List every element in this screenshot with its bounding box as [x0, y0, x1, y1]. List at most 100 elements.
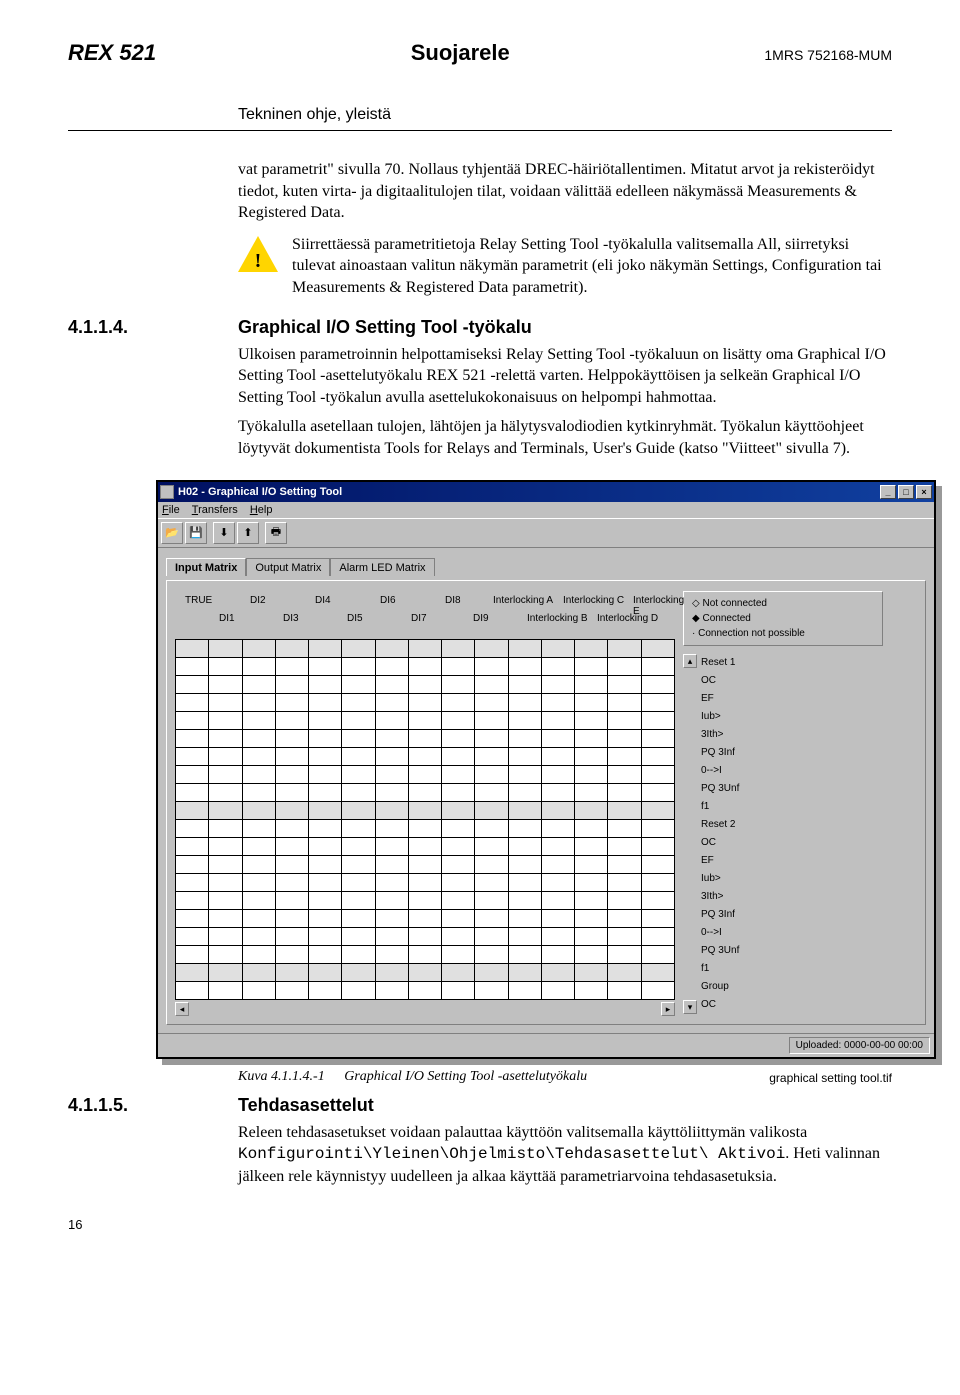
matrix-cell[interactable]: [342, 910, 375, 928]
matrix-cell[interactable]: [575, 748, 608, 766]
matrix-cell[interactable]: [542, 748, 575, 766]
matrix-cell[interactable]: [608, 820, 641, 838]
matrix-cell[interactable]: [209, 640, 242, 658]
matrix-cell[interactable]: [475, 784, 508, 802]
matrix-cell[interactable]: [309, 802, 342, 820]
matrix-cell[interactable]: [376, 820, 409, 838]
toolbar-open-icon[interactable]: 📂: [161, 522, 183, 544]
matrix-cell[interactable]: [409, 748, 442, 766]
matrix-cell[interactable]: [509, 748, 542, 766]
matrix-cell[interactable]: [309, 640, 342, 658]
matrix-cell[interactable]: [608, 874, 641, 892]
matrix-cell[interactable]: [209, 892, 242, 910]
matrix-cell[interactable]: [442, 946, 475, 964]
matrix-cell[interactable]: [509, 892, 542, 910]
matrix-cell[interactable]: [309, 748, 342, 766]
matrix-cell[interactable]: [509, 928, 542, 946]
matrix-cell[interactable]: [642, 694, 675, 712]
matrix-cell[interactable]: [575, 712, 608, 730]
matrix-cell[interactable]: [309, 766, 342, 784]
matrix-cell[interactable]: [376, 712, 409, 730]
matrix-cell[interactable]: [243, 766, 276, 784]
matrix-cell[interactable]: [475, 856, 508, 874]
matrix-cell[interactable]: [309, 838, 342, 856]
matrix-cell[interactable]: [642, 748, 675, 766]
matrix-cell[interactable]: [475, 766, 508, 784]
menu-file[interactable]: File: [162, 504, 180, 516]
matrix-cell[interactable]: [309, 694, 342, 712]
matrix-cell[interactable]: [542, 892, 575, 910]
matrix-cell[interactable]: [309, 874, 342, 892]
matrix-cell[interactable]: [342, 640, 375, 658]
matrix-cell[interactable]: [475, 892, 508, 910]
matrix-cell[interactable]: [575, 820, 608, 838]
matrix-cell[interactable]: [276, 676, 309, 694]
matrix-cell[interactable]: [209, 658, 242, 676]
matrix-cell[interactable]: [542, 928, 575, 946]
matrix-cell[interactable]: [309, 928, 342, 946]
matrix-cell[interactable]: [542, 946, 575, 964]
scroll-down-icon[interactable]: ▾: [683, 1000, 697, 1014]
matrix-cell[interactable]: [309, 820, 342, 838]
matrix-cell[interactable]: [209, 676, 242, 694]
matrix-cell[interactable]: [575, 766, 608, 784]
toolbar-print-icon[interactable]: 🖶: [265, 522, 287, 544]
matrix-cell[interactable]: [409, 838, 442, 856]
matrix-cell[interactable]: [342, 730, 375, 748]
matrix-cell[interactable]: [409, 640, 442, 658]
matrix-cell[interactable]: [243, 640, 276, 658]
matrix-cell[interactable]: [442, 640, 475, 658]
matrix-cell[interactable]: [475, 982, 508, 1000]
matrix-cell[interactable]: [209, 820, 242, 838]
matrix-cell[interactable]: [442, 712, 475, 730]
matrix-cell[interactable]: [542, 676, 575, 694]
matrix-cell[interactable]: [342, 946, 375, 964]
matrix-cell[interactable]: [542, 658, 575, 676]
matrix-cell[interactable]: [608, 694, 641, 712]
matrix-cell[interactable]: [342, 748, 375, 766]
matrix-cell[interactable]: [376, 946, 409, 964]
matrix-cell[interactable]: [276, 910, 309, 928]
matrix-cell[interactable]: [509, 712, 542, 730]
matrix-cell[interactable]: [542, 838, 575, 856]
matrix-cell[interactable]: [542, 640, 575, 658]
matrix-cell[interactable]: [243, 874, 276, 892]
matrix-cell[interactable]: [176, 874, 209, 892]
matrix-cell[interactable]: [409, 694, 442, 712]
matrix-cell[interactable]: [342, 676, 375, 694]
matrix-cell[interactable]: [608, 640, 641, 658]
matrix-cell[interactable]: [376, 640, 409, 658]
minimize-button[interactable]: _: [880, 485, 896, 499]
matrix-cell[interactable]: [342, 874, 375, 892]
matrix-cell[interactable]: [409, 712, 442, 730]
matrix-cell[interactable]: [176, 658, 209, 676]
matrix-cell[interactable]: [509, 982, 542, 1000]
toolbar-upload-icon[interactable]: ⬆: [237, 522, 259, 544]
matrix-cell[interactable]: [209, 784, 242, 802]
matrix-cell[interactable]: [309, 712, 342, 730]
matrix-cell[interactable]: [642, 946, 675, 964]
matrix-cell[interactable]: [442, 982, 475, 1000]
matrix-cell[interactable]: [575, 982, 608, 1000]
matrix-cell[interactable]: [509, 910, 542, 928]
matrix-cell[interactable]: [243, 730, 276, 748]
matrix-cell[interactable]: [309, 730, 342, 748]
matrix-cell[interactable]: [276, 766, 309, 784]
matrix-cell[interactable]: [342, 856, 375, 874]
matrix-cell[interactable]: [409, 802, 442, 820]
matrix-cell[interactable]: [542, 964, 575, 982]
matrix-cell[interactable]: [608, 856, 641, 874]
matrix-cell[interactable]: [276, 856, 309, 874]
matrix-cell[interactable]: [608, 964, 641, 982]
matrix-cell[interactable]: [342, 694, 375, 712]
matrix-cell[interactable]: [176, 730, 209, 748]
matrix-cell[interactable]: [475, 838, 508, 856]
matrix-cell[interactable]: [608, 838, 641, 856]
matrix-cell[interactable]: [376, 784, 409, 802]
matrix-cell[interactable]: [442, 658, 475, 676]
matrix-cell[interactable]: [509, 658, 542, 676]
matrix-cell[interactable]: [642, 838, 675, 856]
matrix-cell[interactable]: [276, 712, 309, 730]
matrix-cell[interactable]: [442, 748, 475, 766]
matrix-cell[interactable]: [342, 928, 375, 946]
